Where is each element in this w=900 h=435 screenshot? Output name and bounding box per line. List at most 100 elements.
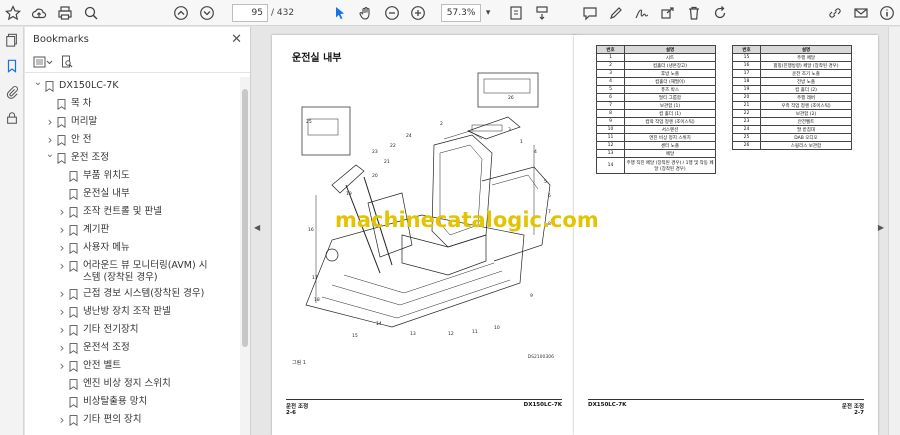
bookmark-options-icon[interactable] <box>33 56 53 68</box>
table-row: 12 센터 노즐 <box>596 141 716 150</box>
hand-tool-icon[interactable] <box>355 2 377 24</box>
chevron-down-icon[interactable]: ⌄ <box>45 149 55 167</box>
part-description: 멀티 그룹함 <box>624 93 716 102</box>
bookmark-item[interactable]: › 조작 컨트롤 및 판넬 <box>25 203 239 221</box>
chevron-right-icon[interactable]: › <box>57 257 67 275</box>
chevron-right-icon[interactable]: › <box>57 411 67 429</box>
page-down-icon[interactable] <box>196 2 218 24</box>
bookmark-item[interactable]: 부품 위치도 <box>25 167 239 185</box>
table-row: 9 컵락 작업 정렌 (조이스틱) <box>596 117 716 126</box>
scroll-mode-icon[interactable] <box>531 2 553 24</box>
prev-page-arrow-icon[interactable]: ◀ <box>254 223 260 232</box>
chevron-right-icon[interactable]: › <box>45 113 55 131</box>
zoom-in-icon[interactable] <box>407 2 429 24</box>
bookmark-label: 사용자 메뉴 <box>83 242 130 253</box>
part-number: 14 <box>596 157 625 174</box>
chevron-right-icon[interactable]: › <box>57 221 67 239</box>
part-number: 10 <box>596 125 625 134</box>
bookmark-item[interactable]: › 머리말 <box>25 113 239 131</box>
bookmark-item[interactable]: › 어라운드 뷰 모니터링(AVM) 시스템 (장착된 경우) <box>25 257 239 285</box>
zoom-out-icon[interactable] <box>381 2 403 24</box>
zoom-level-select[interactable]: 57.3% <box>441 3 482 22</box>
chevron-right-icon[interactable]: › <box>57 239 67 257</box>
part-description: 보관함 (1) <box>624 101 716 110</box>
attachments-icon[interactable] <box>0 79 24 105</box>
chevron-right-icon[interactable]: › <box>45 131 55 149</box>
bookmark-label: 안전 벨트 <box>83 360 121 371</box>
part-number: 23 <box>732 117 761 126</box>
table-row: 3 후방 노즐 <box>596 69 716 78</box>
bookmark-item[interactable]: 비상탈출용 망치 <box>25 393 239 411</box>
part-description: 펌핑(진행방향) 페달 (장착된 경우) <box>760 61 852 70</box>
chevron-right-icon[interactable]: › <box>57 203 67 221</box>
bookmark-flag-icon <box>67 239 79 257</box>
document-scrollbar[interactable] <box>888 27 900 435</box>
bookmark-item[interactable]: ⌄ 운전 조정 <box>25 149 239 167</box>
callout-label: 24 <box>406 133 412 139</box>
upload-cloud-icon[interactable] <box>28 2 50 24</box>
chevron-down-icon[interactable]: ▾ <box>483 2 493 24</box>
bookmark-item[interactable]: ⌄ DX150LC-7K <box>25 77 239 95</box>
bookmark-label: 기타 전기장치 <box>83 324 139 335</box>
bookmark-item[interactable]: 운전실 내부 <box>25 185 239 203</box>
part-number: 2 <box>596 61 625 70</box>
pen-icon[interactable] <box>605 2 627 24</box>
page-left: 운전실 내부 1 2 3 4 5 6 7 8 9 10 11 12 13 14 … <box>272 35 576 435</box>
security-lock-icon[interactable] <box>0 105 24 131</box>
print-icon[interactable] <box>54 2 76 24</box>
callout-label: 14 <box>376 321 382 327</box>
pdf-viewer: / 432 57.3% ▾ Bookmarks ✕ <box>0 0 900 435</box>
info-icon[interactable] <box>876 2 898 24</box>
chevron-down-icon[interactable]: ⌄ <box>33 77 43 95</box>
cab-interior-illustration: 1234567891011121314151617181920212223242… <box>301 72 551 339</box>
chevron-right-icon[interactable]: › <box>57 285 67 303</box>
callout-label: 23 <box>372 149 378 155</box>
page-number-input[interactable] <box>232 3 268 22</box>
page-thumbnails-icon[interactable] <box>0 27 24 53</box>
bookmark-item[interactable]: › 안전 벨트 <box>25 357 239 375</box>
bookmarks-scroll-thumb[interactable] <box>242 89 248 347</box>
page-up-icon[interactable] <box>170 2 192 24</box>
chevron-right-icon[interactable]: › <box>57 339 67 357</box>
table-row: 11 엔진 비상 정지 스위치 <box>596 133 716 142</box>
bookmark-item[interactable]: › 근접 경보 시스템(장착된 경우) <box>25 285 239 303</box>
search-zoom-icon[interactable] <box>80 2 102 24</box>
link-edit-icon[interactable] <box>824 2 846 24</box>
mail-icon[interactable] <box>850 2 872 24</box>
next-page-arrow-icon[interactable]: ▶ <box>878 223 884 232</box>
bookmark-flag-icon <box>55 113 67 131</box>
bookmark-item[interactable]: 엔진 비상 정지 스위치 <box>25 375 239 393</box>
close-icon[interactable]: ✕ <box>231 32 242 47</box>
bookmark-item[interactable]: › 기타 전기장치 <box>25 321 239 339</box>
select-cursor-icon[interactable] <box>329 2 351 24</box>
chevron-right-icon[interactable]: › <box>57 357 67 375</box>
find-bookmark-icon[interactable] <box>61 55 73 68</box>
callout-label: 16 <box>308 227 314 233</box>
callout-label: 26 <box>508 95 514 101</box>
star-icon[interactable] <box>2 2 24 24</box>
bookmark-item[interactable]: › 운전석 조정 <box>25 339 239 357</box>
part-description: 주행 레버 <box>760 93 852 102</box>
part-number: 9 <box>596 117 625 126</box>
share-icon[interactable] <box>657 2 679 24</box>
chevron-right-icon[interactable]: › <box>57 303 67 321</box>
trash-icon[interactable] <box>683 2 705 24</box>
fit-page-icon[interactable] <box>505 2 527 24</box>
rotate-icon[interactable] <box>709 2 731 24</box>
bookmark-item[interactable]: › 기타 편의 장치 <box>25 411 239 429</box>
bookmark-label: 머리말 <box>71 116 98 127</box>
chevron-right-icon[interactable]: › <box>57 321 67 339</box>
callout-label: 9 <box>530 293 533 299</box>
part-description: 시트 <box>624 53 716 62</box>
bookmarks-icon[interactable] <box>0 53 24 79</box>
bookmark-item[interactable]: › 계기판 <box>25 221 239 239</box>
figure-code: DS2100306 <box>527 355 554 360</box>
bookmark-item[interactable]: 목 차 <box>25 95 239 113</box>
bookmark-item[interactable]: › 냉난방 장치 조작 판넬 <box>25 303 239 321</box>
sign-icon[interactable] <box>631 2 653 24</box>
comment-icon[interactable] <box>579 2 601 24</box>
bookmark-item[interactable]: › 안 전 <box>25 131 239 149</box>
table-row: 25 DAB 오디오 <box>732 133 852 142</box>
bookmark-item[interactable]: › 사용자 메뉴 <box>25 239 239 257</box>
